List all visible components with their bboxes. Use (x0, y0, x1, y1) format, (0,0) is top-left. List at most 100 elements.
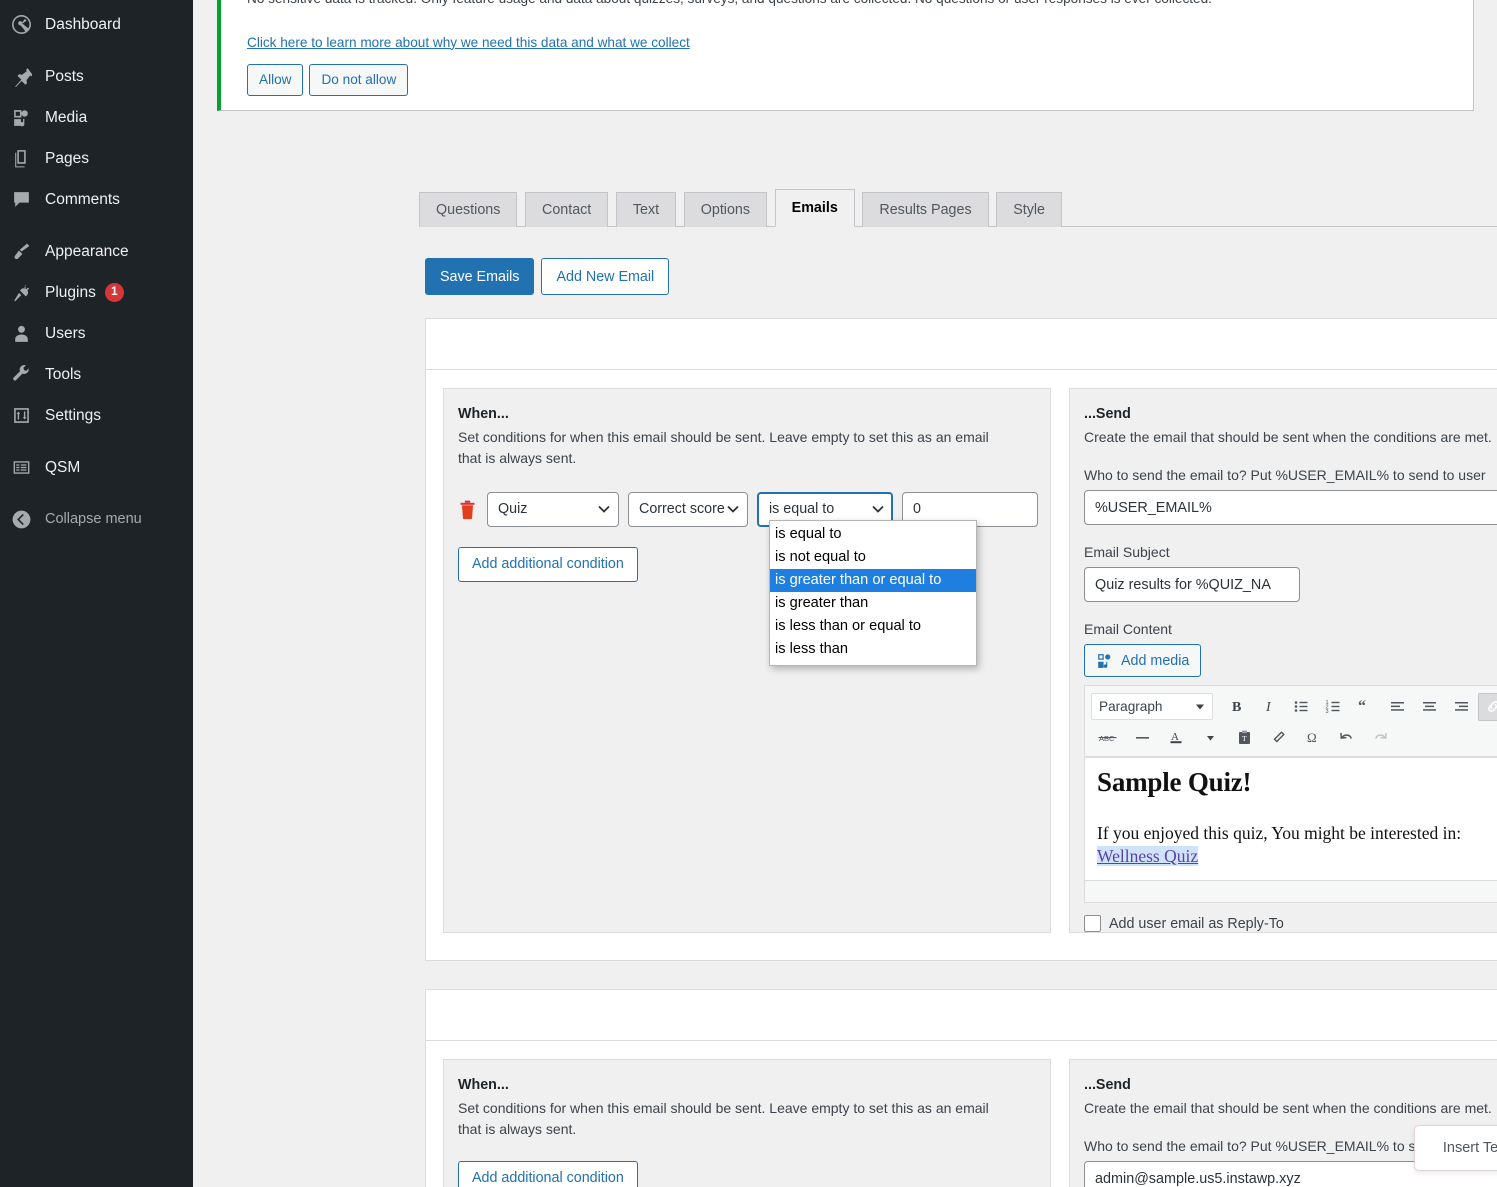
sidebar-item-label: Users (45, 324, 86, 342)
sidebar-item-settings[interactable]: Settings (0, 395, 193, 436)
tab-questions[interactable]: Questions (419, 192, 518, 227)
chevron-down-icon (1196, 704, 1204, 710)
action-bar-left: Save Emails Add New Email (425, 258, 670, 295)
editor-toolbar-row-1: Paragraph B I 123 “ (1091, 691, 1497, 722)
do-not-allow-button[interactable]: Do not allow (309, 63, 409, 96)
send-panel-description: Create the email that should be sent whe… (1084, 1100, 1492, 1116)
sidebar-divider (0, 436, 193, 447)
send-panel-title: ...Send (1084, 406, 1131, 422)
media-icon (1096, 652, 1114, 670)
tab-options[interactable]: Options (683, 192, 768, 227)
tab-results-pages[interactable]: Results Pages (862, 192, 989, 227)
bulleted-list-icon[interactable] (1286, 693, 1316, 721)
editor-heading: Sample Quiz! (1097, 767, 1252, 798)
sidebar-item-appearance[interactable]: Appearance (0, 231, 193, 272)
emails-action-bar: Save Emails Add New Email View Documenta… (425, 258, 1497, 298)
italic-icon[interactable]: I (1254, 693, 1284, 721)
text-color-icon[interactable]: A (1161, 723, 1191, 751)
add-additional-condition-button[interactable]: Add additional condition (458, 546, 638, 582)
comment-icon (11, 189, 41, 211)
qsm-icon (11, 457, 41, 479)
admin-sidebar: Dashboard Posts Media Pages Comments App… (0, 0, 193, 1187)
redo-icon[interactable] (1365, 723, 1395, 751)
horizontal-rule-icon[interactable] (1127, 723, 1157, 751)
strikethrough-icon[interactable]: ABC (1093, 723, 1123, 751)
collapse-menu-button[interactable]: Collapse menu (0, 499, 193, 540)
sidebar-item-plugins[interactable]: Plugins 1 (0, 272, 193, 313)
editor-content-area[interactable]: Sample Quiz! If you enjoyed this quiz, Y… (1085, 757, 1497, 881)
svg-text:T: T (1242, 734, 1247, 743)
dropdown-option[interactable]: is less than or equal to (770, 615, 976, 638)
sidebar-item-label: Posts (45, 67, 84, 85)
tab-style[interactable]: Style (996, 192, 1063, 227)
special-character-icon[interactable]: Ω (1297, 723, 1327, 751)
insert-template-variables-label: Insert Template Variables (1442, 1140, 1497, 1156)
undo-icon[interactable] (1331, 723, 1361, 751)
sidebar-item-posts[interactable]: Posts (0, 56, 193, 97)
sidebar-item-users[interactable]: Users (0, 313, 193, 354)
save-emails-button[interactable]: Save Emails (425, 258, 535, 295)
pin-icon (11, 66, 41, 88)
numbered-list-icon[interactable]: 123 (1318, 693, 1348, 721)
notice-learn-more-link[interactable]: Click here to learn more about why we ne… (247, 35, 690, 50)
add-additional-condition-button[interactable]: Add additional condition (458, 1160, 638, 1187)
sidebar-divider (0, 220, 193, 231)
align-right-icon[interactable] (1446, 693, 1476, 721)
editor-wellness-quiz-link[interactable]: Wellness Quiz (1097, 845, 1199, 866)
text-color-dropdown-icon[interactable] (1195, 723, 1225, 751)
tab-text[interactable]: Text (615, 192, 677, 227)
dropdown-option[interactable]: is equal to (770, 523, 976, 546)
email-card: When... Set conditions for when this ema… (425, 989, 1497, 1187)
blockquote-icon[interactable]: “ (1350, 693, 1380, 721)
delete-condition-button[interactable] (458, 498, 478, 520)
sidebar-item-pages[interactable]: Pages (0, 138, 193, 179)
align-center-icon[interactable] (1414, 693, 1444, 721)
email-card-header (426, 990, 1497, 1041)
paragraph-format-select[interactable]: Paragraph (1091, 693, 1213, 721)
clear-formatting-icon[interactable] (1263, 723, 1293, 751)
add-media-button[interactable]: Add media (1084, 644, 1202, 678)
dropdown-option-highlighted[interactable]: is greater than or equal to (770, 569, 976, 593)
sidebar-item-qsm[interactable]: QSM (0, 447, 193, 488)
when-panel: When... Set conditions for when this ema… (443, 1059, 1051, 1187)
condition-criteria-select[interactable]: Correct score (628, 491, 748, 527)
dropdown-option[interactable]: is less than (770, 638, 976, 661)
notice-button-row: Allow Do not allow (247, 63, 1461, 96)
notice-body-text: No sensitive data is tracked. Only featu… (247, 0, 1461, 10)
insert-template-variables-button[interactable]: Insert Template Variables (1414, 1125, 1497, 1171)
user-icon (11, 323, 41, 345)
tab-contact[interactable]: Contact (525, 192, 609, 227)
email-content-label: Email Content (1084, 621, 1172, 638)
add-new-email-button[interactable]: Add New Email (541, 258, 670, 295)
paste-as-text-icon[interactable]: T (1229, 723, 1259, 751)
operator-dropdown-list[interactable]: is equal to is not equal to is greater t… (769, 520, 977, 667)
condition-source-select[interactable]: Quiz (487, 491, 619, 527)
reply-to-row: Add user email as Reply-To (1084, 915, 1497, 933)
tab-emails[interactable]: Emails (774, 189, 855, 227)
dropdown-option[interactable]: is greater than (770, 592, 976, 615)
insert-link-icon[interactable] (1478, 692, 1497, 721)
dashboard-icon (11, 14, 41, 36)
collapse-arrow-icon (11, 509, 41, 531)
when-panel-description: Set conditions for when this email shoul… (458, 429, 989, 467)
sidebar-item-media[interactable]: Media (0, 97, 193, 138)
editor-status-bar (1085, 880, 1497, 903)
plug-icon (11, 282, 41, 304)
svg-text:3: 3 (1325, 709, 1328, 715)
sidebar-item-tools[interactable]: Tools (0, 354, 193, 395)
condition-source-select-wrap: Quiz (487, 491, 619, 527)
allow-button[interactable]: Allow (247, 63, 304, 96)
bold-icon[interactable]: B (1222, 693, 1252, 721)
tracking-consent-notice: No sensitive data is tracked. Only featu… (217, 0, 1474, 111)
media-icon (11, 107, 41, 129)
sidebar-item-comments[interactable]: Comments (0, 179, 193, 220)
dropdown-option[interactable]: is not equal to (770, 546, 976, 569)
email-subject-input[interactable] (1084, 567, 1300, 603)
sidebar-item-dashboard[interactable]: Dashboard (0, 4, 193, 45)
align-left-icon[interactable] (1382, 693, 1412, 721)
sidebar-item-label: Pages (45, 149, 89, 167)
sidebar-item-label: QSM (45, 458, 81, 476)
reply-to-checkbox[interactable] (1084, 915, 1101, 933)
recipient-input[interactable] (1084, 490, 1497, 526)
sliders-icon (11, 405, 41, 427)
